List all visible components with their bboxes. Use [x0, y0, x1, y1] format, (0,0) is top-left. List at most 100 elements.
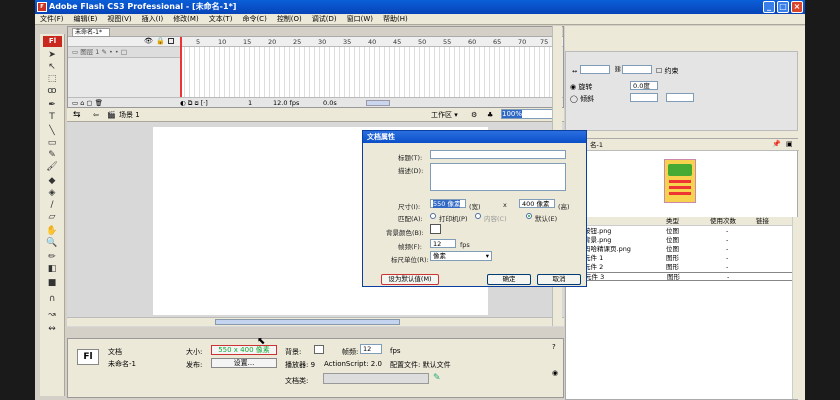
match-content-radio[interactable] — [475, 213, 481, 219]
match-default-radio[interactable] — [526, 213, 532, 219]
menu-file[interactable]: 文件(F) — [35, 14, 69, 25]
library-item[interactable]: 按钮.png 位图 - — [566, 227, 799, 236]
tab-document[interactable]: 未命名-1* — [72, 28, 110, 37]
straighten-icon[interactable]: ↭ — [45, 324, 59, 334]
frame-grid[interactable] — [180, 47, 560, 97]
smooth-icon[interactable]: ↝ — [45, 310, 59, 320]
skew-radio[interactable]: ◯ 倾斜 — [570, 94, 594, 104]
frame-number: 5 — [196, 38, 201, 46]
col-linkage[interactable]: 链接 — [756, 217, 769, 226]
publish-settings-button[interactable]: 设置... — [211, 358, 277, 368]
playhead[interactable] — [180, 37, 182, 97]
fps-field[interactable]: 12 — [430, 239, 456, 248]
title-field[interactable] — [430, 150, 566, 159]
menu-view[interactable]: 视图(V) — [102, 14, 136, 25]
height-field[interactable]: 400 像素 — [519, 199, 555, 208]
pen-tool-icon[interactable]: ✒ — [45, 100, 59, 110]
stroke-color-icon[interactable]: ✏ — [45, 252, 59, 262]
menu-modify[interactable]: 修改(M) — [168, 14, 204, 25]
brush-tool-icon[interactable]: 🖌 — [45, 162, 59, 172]
menu-insert[interactable]: 插入(I) — [137, 14, 169, 25]
description-field[interactable] — [430, 163, 566, 191]
timeline-toggle-icon[interactable]: ⇆ — [73, 108, 81, 122]
width-scale-field[interactable] — [580, 65, 610, 74]
width-field[interactable]: 550 像素 — [430, 199, 466, 208]
stage-hscroll-thumb[interactable] — [215, 319, 400, 325]
stage-hscroll[interactable] — [67, 317, 564, 326]
match-printer-radio[interactable] — [430, 213, 436, 219]
menu-window[interactable]: 窗口(W) — [342, 14, 378, 25]
link-icon[interactable]: ⛓ — [614, 66, 622, 73]
pin-icon[interactable]: 📌 — [772, 140, 781, 148]
document-tabs: 未命名-1* — [68, 27, 563, 37]
lasso-tool-icon[interactable]: ꝏ — [45, 86, 59, 96]
skew-h-field[interactable] — [630, 93, 658, 102]
set-default-button[interactable]: 设为默认值(M) — [381, 274, 439, 285]
menu-text[interactable]: 文本(T) — [204, 14, 238, 25]
hand-tool-icon[interactable]: ✋ — [45, 226, 59, 236]
library-item[interactable]: 元件 2 图形 - — [566, 263, 799, 272]
pencil-tool-icon[interactable]: ✎ — [45, 150, 59, 160]
bg-color-swatch[interactable] — [430, 224, 441, 234]
new-library-icon[interactable]: ▣ — [786, 140, 793, 148]
edit-scene-icon[interactable]: ⚙ — [471, 108, 477, 122]
eye-icon[interactable]: 👁 — [144, 37, 153, 45]
library-item[interactable]: 玛哈精课页.png 位图 - — [566, 245, 799, 254]
menu-edit[interactable]: 编辑(E) — [69, 14, 103, 25]
edit-class-icon[interactable]: ✎ — [433, 373, 441, 383]
minimize-button[interactable]: _ — [763, 1, 775, 13]
library-document[interactable]: 名-1 — [590, 141, 603, 149]
maximize-button[interactable]: □ — [777, 1, 789, 13]
timeline-hscroll[interactable] — [366, 100, 390, 106]
rotate-field[interactable]: 0.0度 — [630, 81, 658, 90]
menu-help[interactable]: 帮助(H) — [378, 14, 413, 25]
close-button[interactable]: × — [791, 1, 803, 13]
skew-v-field[interactable] — [666, 93, 694, 102]
library-vscroll[interactable] — [792, 217, 799, 399]
eraser-icon[interactable]: ▱ — [45, 212, 59, 222]
edit-symbol-icon[interactable]: ♣ — [487, 108, 493, 122]
rectangle-tool-icon[interactable]: ▭ — [45, 138, 59, 148]
expand-icon[interactable]: ◉ — [552, 369, 558, 377]
menu-commands[interactable]: 命令(C) — [237, 14, 271, 25]
size-button[interactable]: 550 x 400 像素 — [211, 345, 277, 355]
paint-bucket-icon[interactable]: ◈ — [45, 188, 59, 198]
library-item-selected[interactable]: 元件 3 图形 - — [566, 272, 799, 281]
help-icon[interactable]: ? — [552, 343, 556, 351]
ruler-units-select[interactable]: 像素 ▾ — [430, 251, 492, 261]
library-item[interactable]: 元件 1 图形 - — [566, 254, 799, 263]
scene-icon: 🎬 — [107, 111, 116, 119]
col-type[interactable]: 类型 — [666, 217, 679, 226]
rotate-radio[interactable]: ◉ 旋转 — [570, 82, 592, 92]
constrain-checkbox[interactable]: ☐ 约束 — [656, 66, 679, 76]
lock-icon[interactable]: 🔒 — [156, 37, 165, 45]
bg-color-swatch[interactable] — [314, 345, 324, 354]
elapsed-time: 0.0s — [323, 99, 337, 107]
fill-color-icon[interactable]: ◧ — [45, 264, 59, 274]
subselection-tool-icon[interactable]: ↖ — [45, 62, 59, 72]
swap-colors-icon[interactable]: ■ — [45, 278, 59, 288]
selection-tool-icon[interactable]: ➤ — [45, 50, 59, 60]
ink-bottle-icon[interactable]: ◆ — [45, 176, 59, 186]
menu-debug[interactable]: 调试(D) — [307, 14, 342, 25]
height-scale-field[interactable] — [622, 65, 652, 74]
text-tool-icon[interactable]: T — [45, 112, 59, 122]
onion-skin-icons[interactable]: ◐ ⧉ ⧈ [·] — [180, 98, 208, 108]
zoom-tool-icon[interactable]: 🔍 — [45, 238, 59, 248]
document-class-field[interactable] — [323, 373, 429, 384]
insert-layer-icon[interactable]: ▭ ⌂ ▢ 🗑 — [72, 98, 103, 108]
snap-icon[interactable]: ∩ — [45, 294, 59, 304]
eyedropper-icon[interactable]: ∕ — [45, 200, 59, 210]
menu-control[interactable]: 控制(O) — [272, 14, 307, 25]
workspace-menu[interactable]: 工作区 ▾ — [431, 108, 458, 122]
free-transform-icon[interactable]: ⬚ — [45, 74, 59, 84]
back-arrow-icon[interactable]: ⇦ — [93, 108, 99, 122]
layer-row[interactable]: ▭ 图层 1 ✎ • • □ — [68, 47, 180, 58]
fps-field[interactable]: 12 — [360, 344, 382, 354]
ok-button[interactable]: 确定 — [487, 274, 531, 285]
library-item[interactable]: 背景.png 位图 - — [566, 236, 799, 245]
outline-icon[interactable] — [168, 38, 174, 44]
cancel-button[interactable]: 取消 — [537, 274, 581, 285]
col-usecount[interactable]: 使用次数 — [710, 217, 736, 226]
line-tool-icon[interactable]: ╲ — [45, 126, 59, 136]
